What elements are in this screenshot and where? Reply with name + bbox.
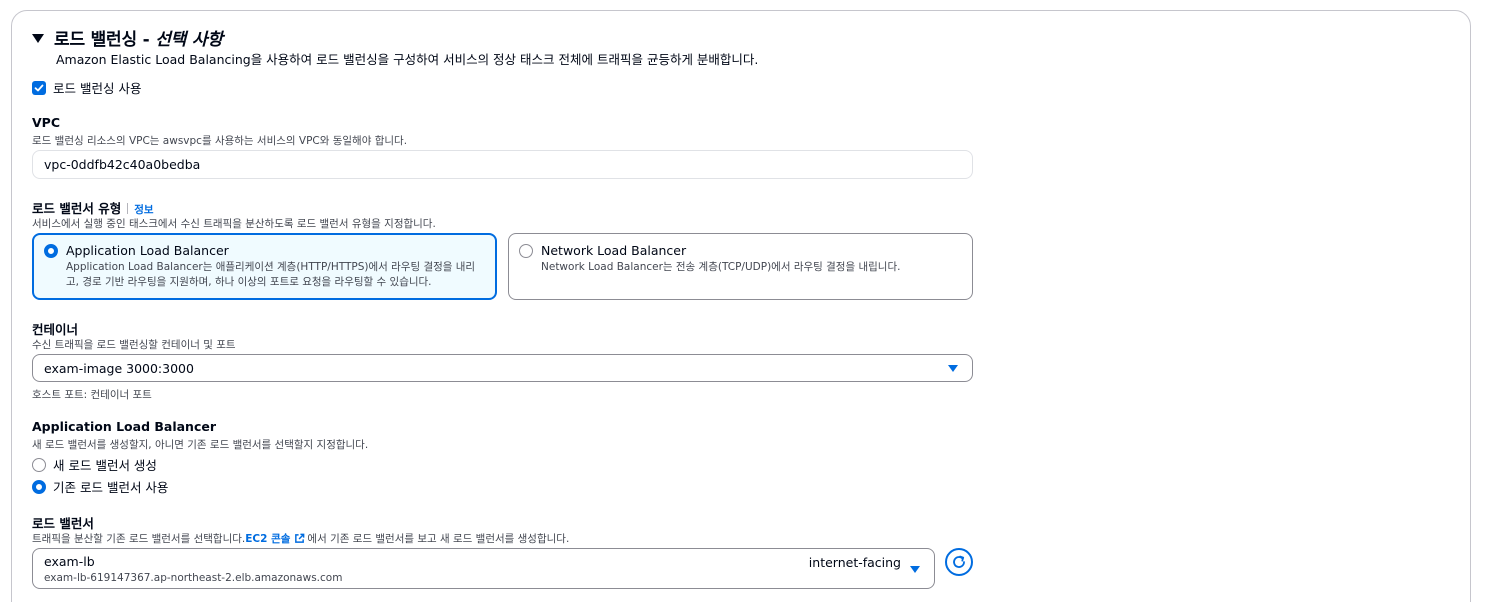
radio-unselected-icon[interactable] [519,244,533,258]
radio-selected-icon[interactable] [44,244,58,258]
section-description: Amazon Elastic Load Balancing을 사용하여 로드 밸… [56,52,759,67]
desc-text: 에서 기존 로드 밸런서를 보고 새 로드 밸런서를 생성합니다. [307,533,570,545]
tile-application-load-balancer[interactable]: Application Load Balancer Application Lo… [32,233,497,300]
alb-label: Application Load Balancer [32,419,217,434]
enable-load-balancing-label: 로드 밸런싱 사용 [53,81,142,96]
enable-load-balancing-checkbox[interactable]: 로드 밸런싱 사용 [32,78,141,97]
refresh-button[interactable] [945,548,973,576]
radio-selected-icon[interactable] [32,479,46,494]
radio-unselected-icon[interactable] [32,457,46,472]
caret-down-icon [948,365,958,372]
container-description: 수신 트래픽을 로드 밸런싱할 컨테이너 및 포트 [32,339,236,351]
load-balancer-scheme: internet-facing [808,555,901,570]
vpc-value: vpc-0ddfb42c40a0bedba [44,157,201,172]
load-balancer-label: 로드 밸런서 [32,516,94,531]
lb-type-info-link[interactable]: 정보 [134,204,153,216]
lb-type-label-row: 로드 밸런서 유형 정보 [32,198,154,217]
vpc-label: VPC [32,115,61,130]
load-balancer-dns: exam-lb-619147367.ap-northeast-2.elb.ama… [44,572,343,584]
external-link-icon[interactable] [294,533,305,544]
container-value: exam-image 3000:3000 [44,361,194,376]
tile-title: Application Load Balancer [66,243,229,258]
container-label: 컨테이너 [32,322,79,337]
radio-label: 기존 로드 밸런서 사용 [53,480,169,495]
container-select[interactable]: exam-image 3000:3000 [32,354,973,382]
section-header[interactable]: 로드 밸런싱 - 선택 사항 [32,25,223,50]
lb-type-description: 서비스에서 실행 중인 태스크에서 수신 트래픽을 분산하도록 로드 밸런서 유… [32,218,436,230]
load-balancing-panel [11,10,1471,602]
alb-description: 새 로드 밸런서를 생성할지, 아니면 기존 로드 밸런서를 선택할지 지정합니… [32,439,369,451]
section-title: 로드 밸런싱 - 선택 사항 [54,30,223,50]
checkbox-checked-icon[interactable] [32,80,46,95]
vpc-description: 로드 밸런싱 리소스의 VPC는 awsvpc를 사용하는 서비스의 VPC와 … [32,135,408,147]
radio-create-new-lb[interactable]: 새 로드 밸런서 생성 [32,455,157,474]
divider [127,203,129,214]
radio-label: 새 로드 밸런서 생성 [53,458,157,473]
tile-description: Application Load Balancer는 애플리케이션 계층(HTT… [66,261,476,288]
caret-down-icon [910,566,920,573]
ec2-console-link[interactable]: EC2 콘솔 [245,531,290,546]
tile-title: Network Load Balancer [541,243,687,258]
tile-network-load-balancer[interactable]: Network Load Balancer Network Load Balan… [508,233,973,300]
desc-text: 트래픽을 분산할 기존 로드 밸런서를 선택합니다. [32,533,246,545]
vpc-field: vpc-0ddfb42c40a0bedba [32,150,973,179]
load-balancer-select[interactable]: exam-lb exam-lb-619147367.ap-northeast-2… [32,548,935,589]
tile-description: Network Load Balancer는 전송 계층(TCP/UDP)에서 … [541,261,901,273]
load-balancer-name: exam-lb [44,554,95,569]
container-hint: 호스트 포트: 컨테이너 포트 [32,389,152,401]
radio-use-existing-lb[interactable]: 기존 로드 밸런서 사용 [32,477,168,496]
lb-type-label: 로드 밸런서 유형 [32,201,122,216]
refresh-icon [953,555,965,568]
load-balancer-description: 트래픽을 분산할 기존 로드 밸런서를 선택합니다. EC2 콘솔 에서 기존 … [32,531,569,546]
caret-down-icon[interactable] [32,34,44,43]
